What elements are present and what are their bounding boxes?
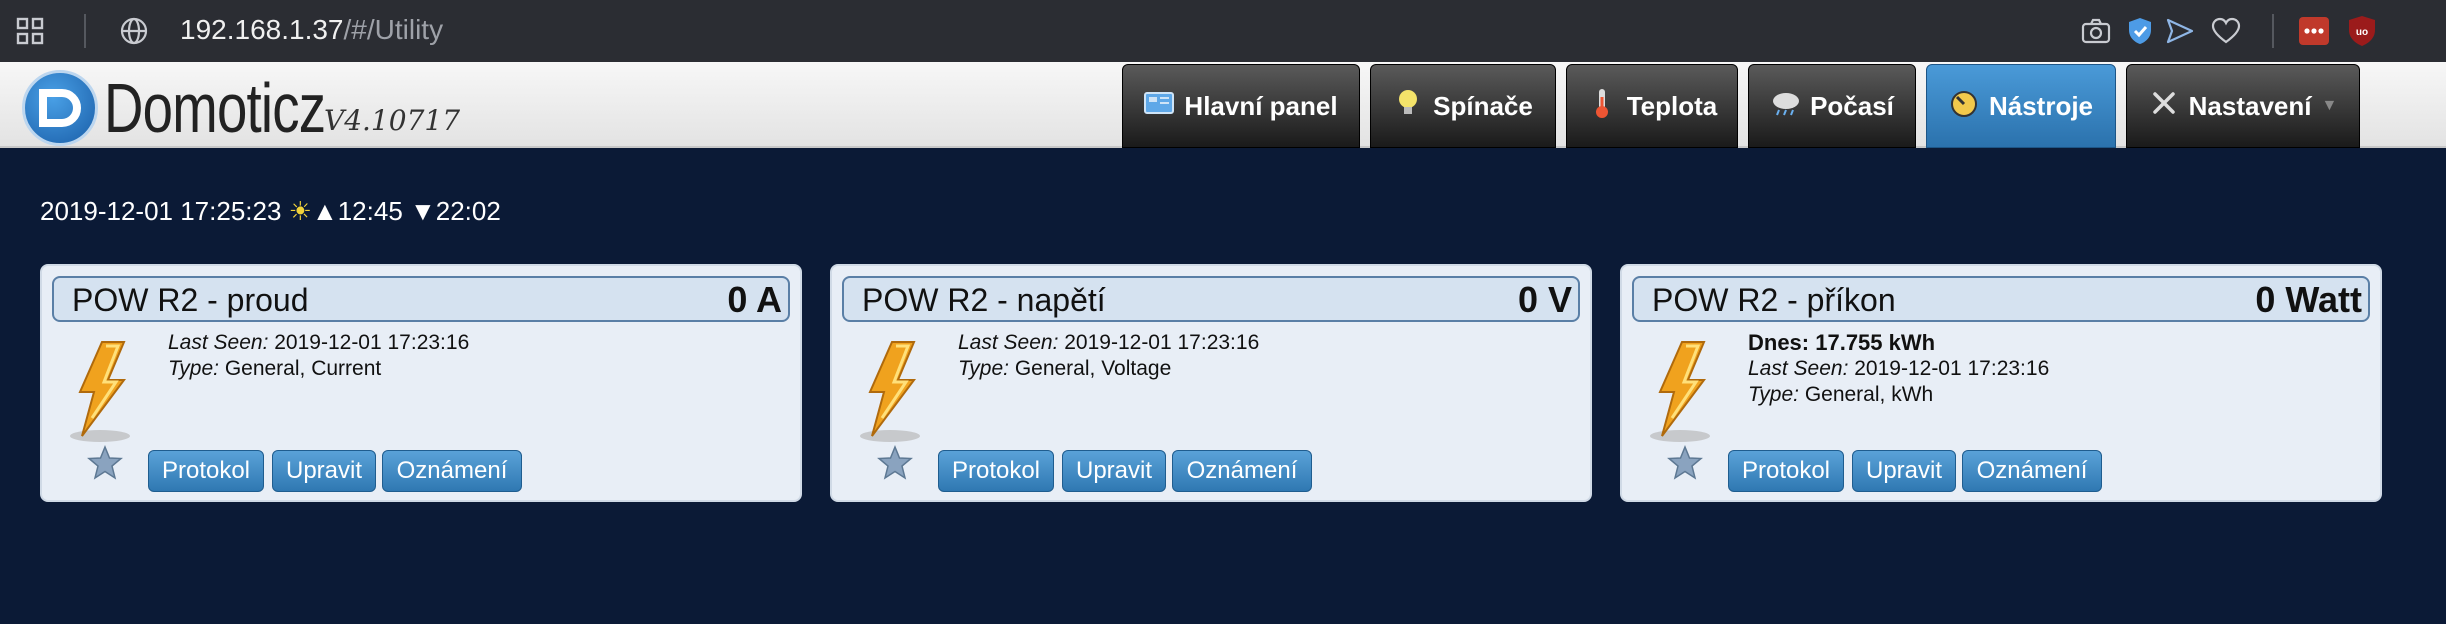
last-seen-value: 2019-12-01 17:23:16 (1064, 331, 1260, 354)
nav-settings-label: Nastavení (2188, 90, 2312, 121)
card-info: Last Seen: 2019-12-01 17:23:16 Type: Gen… (168, 330, 469, 382)
sunset-arrow-icon: ▼ (410, 196, 436, 226)
globe-icon (118, 15, 150, 47)
nav-utility-label: Nástroje (1988, 90, 2094, 121)
notifications-button[interactable]: Oznámení (382, 450, 522, 492)
card-title: POW R2 - proud (72, 282, 309, 318)
toolbar-divider (84, 14, 86, 48)
nav-weather[interactable]: Počasí (1748, 64, 1916, 148)
extension-dots-icon[interactable] (2298, 15, 2330, 47)
card-title: POW R2 - napětí (862, 282, 1106, 318)
favorite-star-icon[interactable] (86, 444, 124, 482)
thermometer-icon (1587, 87, 1617, 126)
sun-icon: ☀ (288, 196, 312, 226)
last-seen-label: Last Seen: (168, 331, 269, 354)
card-header: POW R2 - příkon 0 Watt (1632, 276, 2370, 322)
nav-dashboard-label: Hlavní panel (1184, 90, 1338, 121)
device-card-voltage: POW R2 - napětí 0 V Last Seen: 2019-12-0… (830, 264, 1592, 502)
toolbar-divider-2 (2272, 14, 2274, 48)
nav-utility[interactable]: Nástroje (1926, 64, 2116, 148)
type-label: Type: (1748, 383, 1799, 406)
card-info: Dnes: 17.755 kWh Last Seen: 2019-12-01 1… (1748, 330, 2049, 408)
lightning-bolt-icon (70, 341, 130, 442)
today-usage: Dnes: 17.755 kWh (1748, 330, 1936, 355)
browser-toolbar: 192.168.1.37/#/Utility uo (0, 0, 2446, 62)
card-header: POW R2 - proud 0 A (52, 276, 790, 322)
tab-grid-icon[interactable] (14, 15, 46, 47)
type-value: General, Voltage (1014, 357, 1172, 380)
last-seen-value: 2019-12-01 17:23:16 (274, 331, 470, 354)
type-label: Type: (958, 357, 1009, 380)
last-seen-label: Last Seen: (958, 331, 1059, 354)
last-seen-value: 2019-12-01 17:23:16 (1854, 357, 2050, 380)
app-version: V4.10717 (324, 104, 461, 137)
card-header: POW R2 - napětí 0 V (842, 276, 1580, 322)
favorite-star-icon[interactable] (876, 444, 914, 482)
status-clock: 2019-12-01 17:25:23 ☀▲12:45 ▼22:02 (40, 194, 501, 228)
card-title: POW R2 - příkon (1652, 282, 1896, 318)
edit-button[interactable]: Upravit (272, 450, 376, 492)
log-button[interactable]: Protokol (148, 450, 264, 492)
type-value: General, Current (224, 357, 382, 380)
nav-temperature[interactable]: Teplota (1566, 64, 1738, 148)
address-bar[interactable]: 192.168.1.37/#/Utility (180, 12, 443, 48)
notifications-button[interactable]: Oznámení (1172, 450, 1312, 492)
shield-icon[interactable] (2124, 15, 2156, 47)
tools-icon (2149, 89, 2179, 124)
nav-weather-label: Počasí (1810, 90, 1894, 121)
type-value: General, kWh (1804, 383, 1934, 406)
edit-button[interactable]: Upravit (1852, 450, 1956, 492)
svg-text:uo: uo (2356, 27, 2368, 38)
sunrise-arrow-icon: ▲ (311, 196, 338, 226)
notifications-button[interactable]: Oznámení (1962, 450, 2102, 492)
log-button[interactable]: Protokol (1728, 450, 1844, 492)
nav-switches[interactable]: Spínače (1370, 64, 1556, 148)
nav-temperature-label: Teplota (1626, 90, 1718, 121)
sunrise-time: 12:45 (337, 196, 403, 226)
dashboard-icon (1144, 91, 1175, 122)
url-path: /#/Utility (343, 14, 444, 45)
last-seen-label: Last Seen: (1748, 357, 1849, 380)
heart-icon[interactable] (2210, 15, 2242, 47)
send-icon[interactable] (2164, 15, 2196, 47)
lightning-bolt-icon (1650, 341, 1710, 442)
edit-button[interactable]: Upravit (1062, 450, 1166, 492)
favorite-star-icon[interactable] (1666, 444, 1704, 482)
bulb-icon (1393, 88, 1423, 125)
camera-icon[interactable] (2080, 15, 2112, 47)
domoticz-logo-icon[interactable] (22, 70, 98, 146)
nav-settings[interactable]: Nastavení ▼ (2126, 64, 2360, 148)
current-datetime: 2019-12-01 17:25:23 (40, 196, 282, 226)
nav-switches-label: Spínače (1433, 90, 1533, 121)
lightning-bolt-icon (860, 341, 920, 442)
ublock-icon[interactable]: uo (2346, 15, 2378, 47)
card-value: 0 A (727, 279, 782, 320)
device-card-power: POW R2 - příkon 0 Watt Dnes: 17.755 kWh … (1620, 264, 2382, 502)
log-button[interactable]: Protokol (938, 450, 1054, 492)
nav-dashboard[interactable]: Hlavní panel (1122, 64, 1360, 148)
app-logo-text: Domoticz (104, 69, 326, 147)
gauge-icon (1949, 89, 1979, 124)
card-value: 0 Watt (2255, 279, 2362, 320)
card-value: 0 V (1517, 279, 1572, 320)
type-label: Type: (168, 357, 219, 380)
device-card-current: POW R2 - proud 0 A Last Seen: 2019-12-01… (40, 264, 802, 502)
chevron-down-icon: ▼ (2321, 97, 2338, 114)
url-host: 192.168.1.37 (180, 14, 344, 45)
weather-icon (1770, 89, 1800, 124)
card-info: Last Seen: 2019-12-01 17:23:16 Type: Gen… (958, 330, 1259, 382)
sunset-time: 22:02 (435, 196, 501, 226)
